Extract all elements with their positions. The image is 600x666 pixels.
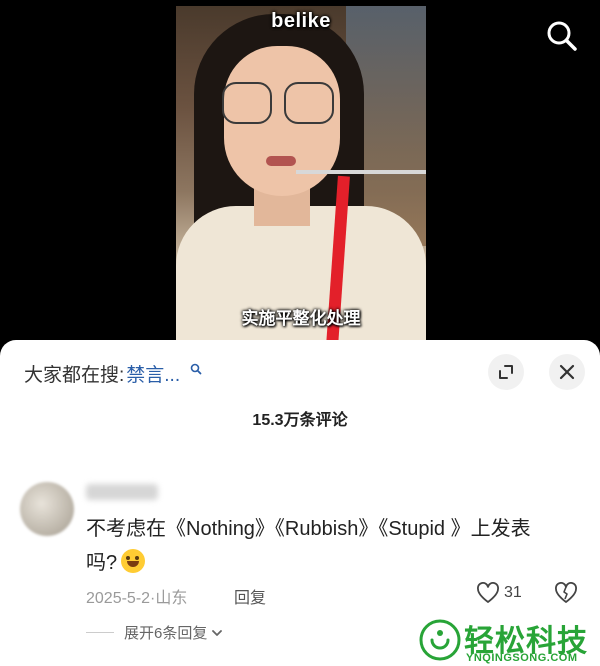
expand-replies-button[interactable]: 展开6条回复 bbox=[86, 622, 223, 643]
video-top-caption: belike bbox=[271, 10, 331, 32]
close-icon bbox=[559, 364, 575, 380]
like-button[interactable]: 31 bbox=[476, 582, 522, 604]
avatar[interactable] bbox=[20, 482, 74, 536]
smile-emoji-icon bbox=[121, 549, 146, 573]
username-blurred[interactable] bbox=[86, 484, 158, 500]
glasses-left-lens bbox=[222, 82, 272, 124]
comment-text-line-2-wrap: 吗? bbox=[86, 546, 586, 580]
search-icon bbox=[547, 21, 577, 51]
expand-button[interactable] bbox=[488, 354, 524, 390]
small-search-icon bbox=[190, 363, 202, 374]
video-person-mouth bbox=[266, 156, 296, 166]
comment-count: 15.3万条评论 bbox=[252, 412, 348, 429]
dislike-button[interactable] bbox=[554, 582, 578, 609]
video-frame[interactable]: belike 实施平整化处理 bbox=[176, 6, 426, 344]
watermark: 轻松科技 YNQINGSONG.COM bbox=[414, 612, 600, 666]
watermark-sub: YNQINGSONG.COM bbox=[466, 652, 578, 664]
search-button[interactable] bbox=[542, 16, 582, 56]
glasses-right-lens bbox=[284, 82, 334, 124]
search-suggestion[interactable]: 大家都在搜: 禁言... bbox=[24, 360, 202, 387]
divider-line bbox=[86, 632, 114, 633]
expand-icon bbox=[499, 365, 513, 379]
video-player[interactable]: belike 实施平整化处理 bbox=[0, 0, 600, 350]
heart-icon bbox=[477, 582, 499, 603]
comment-text: 不考虑在《Nothing》《Rubbish》《Stupid 》上发表 吗? bbox=[86, 512, 586, 580]
search-hint-keyword[interactable]: 禁言... bbox=[126, 360, 180, 387]
close-button[interactable] bbox=[549, 354, 585, 390]
search-hint-prefix: 大家都在搜: bbox=[24, 365, 125, 386]
blade bbox=[296, 170, 426, 174]
comment-text-line-1: 不考虑在《Nothing》《Rubbish》《Stupid 》上发表 bbox=[86, 518, 531, 540]
comment-date-location: 2025-5-2·山东 bbox=[86, 590, 188, 607]
expand-replies-label: 展开6条回复 bbox=[124, 625, 208, 642]
watermark-logo-icon bbox=[419, 619, 461, 661]
comment-text-line-2: 吗? bbox=[86, 552, 118, 574]
broken-heart-icon bbox=[555, 582, 577, 603]
like-count: 31 bbox=[504, 584, 522, 601]
video-subtitle: 实施平整化处理 bbox=[241, 309, 361, 328]
reply-button[interactable]: 回复 bbox=[234, 584, 266, 608]
chevron-down-icon bbox=[212, 629, 223, 636]
